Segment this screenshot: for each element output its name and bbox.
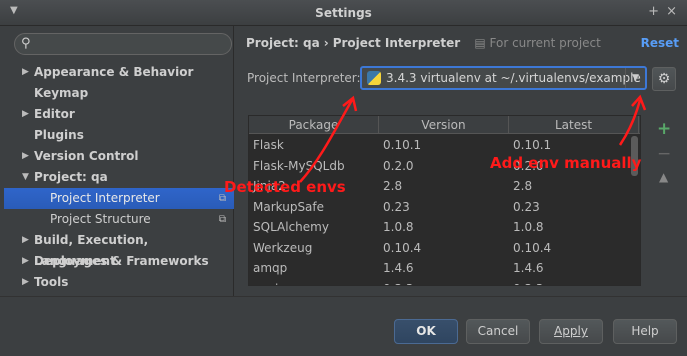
annotation-arrows — [299, 94, 647, 183]
annotation-arrow-detected — [299, 99, 354, 183]
annotation-arrow-add-env — [618, 99, 642, 146]
